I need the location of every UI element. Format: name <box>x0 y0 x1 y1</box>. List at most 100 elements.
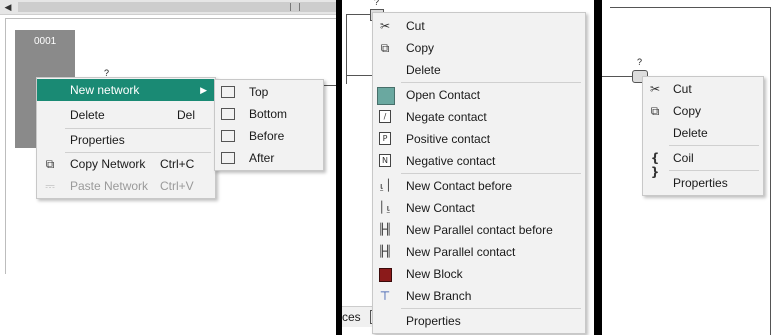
scrollbar-thumb[interactable] <box>18 2 336 12</box>
menu-item-label: New Parallel contact <box>406 245 516 259</box>
copy-icon: ⧉ <box>45 157 55 171</box>
status-text: ces <box>342 310 361 324</box>
menu-item-new-branch[interactable]: ⊤ New Branch <box>373 285 585 307</box>
submenu-item-label: After <box>249 151 275 165</box>
middle-editor-pane: ? ces ✂ Cut ⧉ Copy Delete Open Contact /… <box>342 0 594 335</box>
menu-item-label: Negate contact <box>406 110 487 124</box>
placeholder-mark: ? <box>637 57 643 67</box>
menu-item-delete[interactable]: Delete <box>643 122 763 144</box>
new-contact-before-icon: ⍸│ <box>378 179 392 192</box>
menu-item-new-parallel-contact-before[interactable]: ╟╢ New Parallel contact before <box>373 219 585 241</box>
submenu-arrow-icon: ▶ <box>200 85 207 95</box>
rung-line <box>602 76 632 77</box>
right-editor-pane: ? ✂ Cut ⧉ Copy Delete { } Coil Propertie… <box>602 0 776 335</box>
rail-line <box>770 7 771 335</box>
menu-separator <box>669 145 759 146</box>
menu-item-label: New Contact before <box>406 179 513 193</box>
menu-item-open-contact[interactable]: Open Contact <box>373 84 585 106</box>
menu-item-properties[interactable]: Properties <box>373 310 585 332</box>
menu-item-label: New Block <box>406 267 463 281</box>
menu-separator <box>401 173 581 174</box>
negative-contact-icon: N <box>379 154 391 167</box>
horizontal-scrollbar[interactable]: ◀ <box>0 0 336 15</box>
new-parallel-contact-before-icon: ╟╢ <box>378 223 392 236</box>
menu-item-cut[interactable]: ✂ Cut <box>373 15 585 37</box>
menu-item-label: Delete <box>406 63 441 77</box>
menu-item-delete[interactable]: Delete <box>373 59 585 81</box>
menu-item-label: Cut <box>673 82 692 96</box>
menu-item-label: Coil <box>673 151 694 165</box>
submenu-item-top[interactable]: Top <box>215 81 323 103</box>
thumb-grip-icon <box>290 3 300 11</box>
menu-item-negative-contact[interactable]: N Negative contact <box>373 150 585 172</box>
rail-line <box>346 14 347 84</box>
coil-icon: { } <box>650 151 660 179</box>
submenu-item-before[interactable]: Before <box>215 125 323 147</box>
rung-line <box>346 14 370 15</box>
menu-separator <box>401 82 581 83</box>
negate-contact-icon: / <box>379 110 391 123</box>
menu-item-label: Cut <box>406 19 425 33</box>
menu-item-new-contact[interactable]: │⍸ New Contact <box>373 197 585 219</box>
menu-item-cut[interactable]: ✂ Cut <box>643 78 763 100</box>
menu-item-label: Copy Network <box>70 157 146 171</box>
submenu-item-label: Before <box>249 129 285 143</box>
menu-item-properties[interactable]: Properties <box>37 129 215 151</box>
insert-before-icon <box>221 130 235 142</box>
new-contact-icon: │⍸ <box>378 201 392 214</box>
menu-item-label: Copy <box>406 41 435 55</box>
menu-item-new-block[interactable]: New Block <box>373 263 585 285</box>
menu-item-copy[interactable]: ⧉ Copy <box>373 37 585 59</box>
coil-context-menu: ✂ Cut ⧉ Copy Delete { } Coil Properties <box>642 76 764 196</box>
new-network-submenu: Top Bottom Before After <box>214 79 324 171</box>
shortcut-label: Ctrl+C <box>160 157 195 171</box>
rung-line <box>610 7 770 8</box>
shortcut-label: Del <box>177 108 196 122</box>
new-parallel-contact-icon: ╟╢ <box>378 245 392 258</box>
menu-item-copy-network[interactable]: ⧉ Copy Network Ctrl+C <box>37 153 215 175</box>
menu-item-delete[interactable]: Delete Del <box>37 104 215 126</box>
scissors-icon: ✂ <box>649 82 661 96</box>
menu-item-label: New Contact <box>406 201 475 215</box>
copy-icon: ⧉ <box>650 104 660 118</box>
menu-item-copy[interactable]: ⧉ Copy <box>643 100 763 122</box>
menu-item-label: New Parallel contact before <box>406 223 553 237</box>
menu-item-new-parallel-contact[interactable]: ╟╢ New Parallel contact <box>373 241 585 263</box>
paste-icon: ⎓ <box>45 179 55 193</box>
menu-item-negate-contact[interactable]: / Negate contact <box>373 106 585 128</box>
shortcut-label: Ctrl+V <box>160 179 194 193</box>
network-number: 0001 <box>34 36 57 47</box>
insert-top-icon <box>221 86 235 98</box>
menu-item-label: Properties <box>70 133 125 147</box>
new-block-icon <box>379 268 392 282</box>
scroll-left-arrow-icon[interactable]: ◀ <box>2 0 14 14</box>
menu-item-properties[interactable]: Properties <box>643 172 763 194</box>
submenu-item-bottom[interactable]: Bottom <box>215 103 323 125</box>
submenu-item-label: Top <box>249 85 269 99</box>
left-editor-pane: ◀ 0001 ? New network ▶ Delete Del Proper… <box>0 0 337 335</box>
menu-separator <box>669 170 759 171</box>
menu-item-label: Positive contact <box>406 132 491 146</box>
insert-bottom-icon <box>221 108 235 120</box>
submenu-item-after[interactable]: After <box>215 147 323 169</box>
submenu-item-label: Bottom <box>249 107 288 121</box>
new-branch-icon: ⊤ <box>379 289 391 303</box>
panel-divider <box>594 0 602 335</box>
contact-context-menu: ✂ Cut ⧉ Copy Delete Open Contact / Negat… <box>372 12 586 334</box>
menu-item-paste-network[interactable]: ⎓ Paste Network Ctrl+V <box>37 175 215 197</box>
menu-item-positive-contact[interactable]: P Positive contact <box>373 128 585 150</box>
menu-item-label: Properties <box>673 176 728 190</box>
menu-item-label: Copy <box>673 104 702 118</box>
status-bar: ces <box>342 306 372 327</box>
menu-item-new-contact-before[interactable]: ⍸│ New Contact before <box>373 175 585 197</box>
menu-item-label: Properties <box>406 314 461 328</box>
scissors-icon: ✂ <box>379 19 391 33</box>
placeholder-mark: ? <box>374 0 380 7</box>
menu-item-label: Delete <box>70 108 105 122</box>
menu-item-new-network[interactable]: New network ▶ <box>37 79 215 101</box>
insert-after-icon <box>221 152 235 164</box>
network-context-menu: New network ▶ Delete Del Properties ⧉ Co… <box>36 77 216 199</box>
positive-contact-icon: P <box>379 132 391 145</box>
menu-item-coil[interactable]: { } Coil <box>643 147 763 179</box>
menu-item-label: Negative contact <box>406 154 496 168</box>
